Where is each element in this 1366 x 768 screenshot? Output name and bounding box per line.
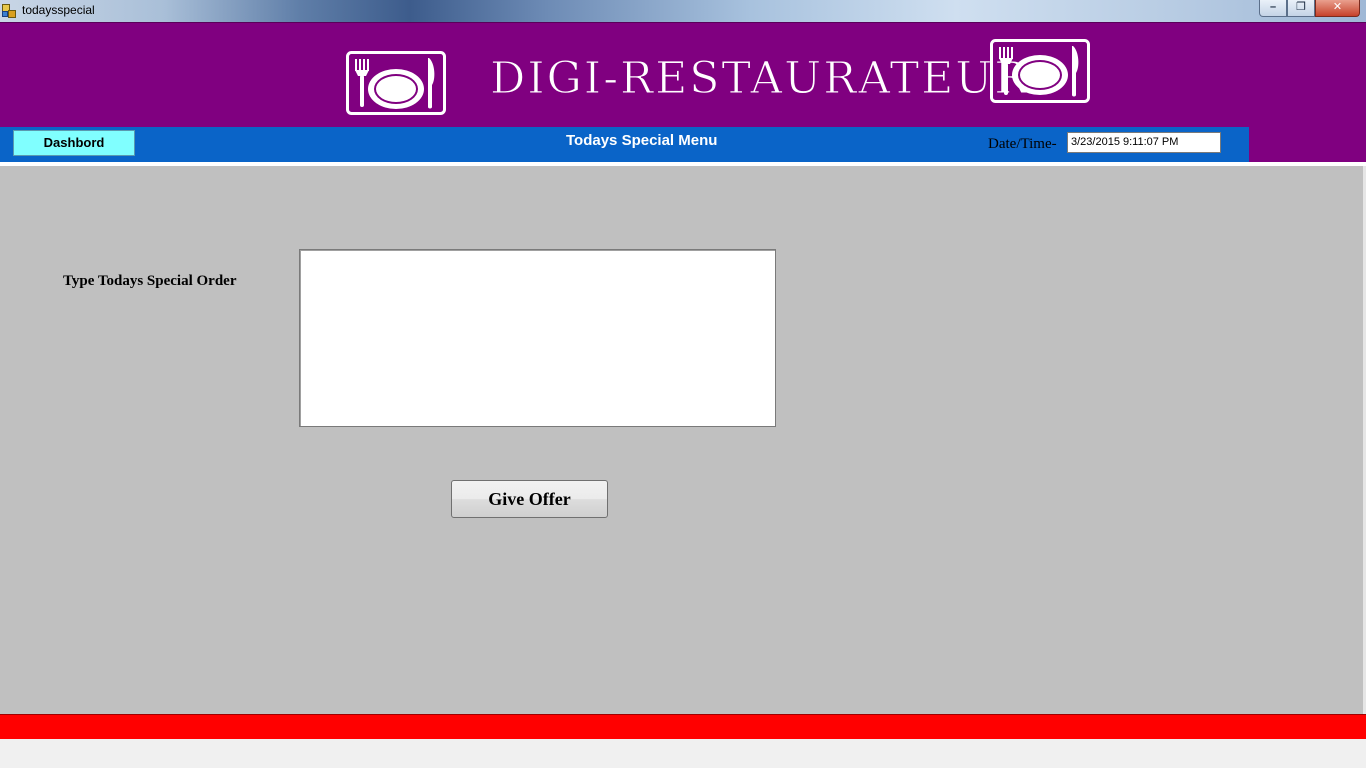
brand-title: DIGI-RESTAURATEUR: [489, 53, 1030, 105]
give-offer-button[interactable]: Give Offer: [451, 480, 608, 518]
close-button[interactable]: ✕: [1315, 0, 1360, 17]
special-order-input[interactable]: [299, 249, 776, 427]
screen-title: Todays Special Menu: [566, 132, 718, 149]
minimize-button[interactable]: –: [1259, 0, 1287, 17]
datetime-label: Date/Time-: [988, 136, 1057, 152]
plate-fork-knife-icon: [346, 51, 446, 115]
window-title: todaysspecial: [22, 3, 95, 17]
app-icon: [2, 4, 16, 18]
app-window: todaysspecial – ❐ ✕ DIGI-RESTAURATEUR Da…: [0, 0, 1366, 768]
status-strip: [0, 739, 1366, 768]
footer-bar: [0, 714, 1366, 740]
window-controls: – ❐ ✕: [1259, 0, 1360, 18]
nav-strip-end: [1249, 127, 1366, 162]
plate-fork-knife-icon: [990, 39, 1090, 103]
restore-button[interactable]: ❐: [1287, 0, 1315, 17]
dashboard-button[interactable]: Dashbord: [13, 130, 135, 156]
special-order-label: Type Todays Special Order: [63, 273, 237, 289]
datetime-field[interactable]: 3/23/2015 9:11:07 PM: [1067, 132, 1221, 153]
window-titlebar[interactable]: todaysspecial – ❐ ✕: [0, 0, 1366, 22]
brand-header: DIGI-RESTAURATEUR: [0, 22, 1366, 128]
